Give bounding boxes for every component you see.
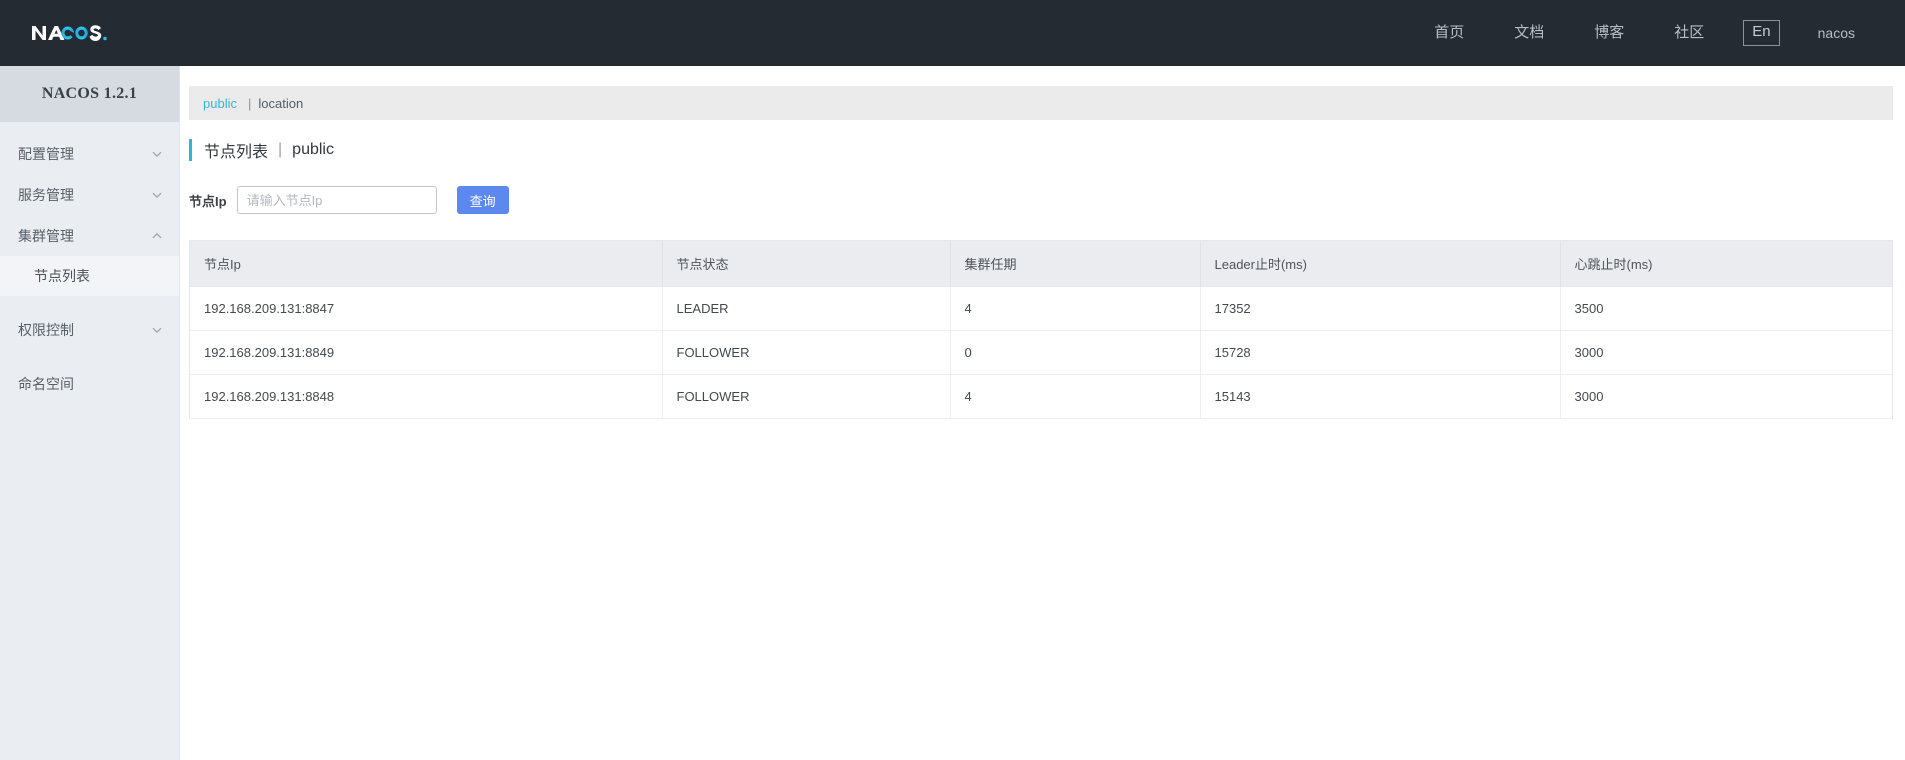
cell-leader: 15143	[1200, 374, 1561, 419]
table-row[interactable]: 192.168.209.131:8849 FOLLOWER 0 15728 30…	[190, 330, 1892, 375]
page-title-namespace: public	[292, 141, 334, 158]
search-label: 节点Ip	[189, 193, 227, 209]
nav-item-community[interactable]: 社区	[1649, 0, 1729, 66]
chevron-down-icon	[151, 324, 163, 336]
page-title: 节点列表	[204, 144, 269, 161]
nacos-logo[interactable]	[30, 0, 122, 66]
breadcrumb: public | location	[189, 86, 1893, 120]
sidebar-item-label: 命名空间	[18, 376, 74, 392]
sidebar-item-cluster-management[interactable]: 集群管理	[0, 216, 179, 256]
nav-item-blog[interactable]: 博客	[1569, 0, 1649, 66]
title-accent-bar	[189, 139, 192, 161]
cell-state: FOLLOWER	[662, 374, 951, 419]
cell-term: 4	[950, 374, 1201, 419]
sidebar-item-label: 权限控制	[18, 322, 74, 338]
cell-beat: 3000	[1560, 374, 1892, 419]
sidebar-item-config-management[interactable]: 配置管理	[0, 134, 179, 174]
cell-state: LEADER	[662, 286, 951, 331]
breadcrumb-namespace-link[interactable]: public	[203, 96, 237, 111]
cell-leader: 17352	[1200, 286, 1561, 331]
nacos-logo-icon	[32, 25, 107, 41]
search-form: 节点Ip 查询	[189, 185, 1905, 215]
table-header: 节点Ip 节点状态 集群任期 Leader止时(ms) 心跳止时(ms)	[190, 241, 1892, 287]
table-header-row: 节点Ip 节点状态 集群任期 Leader止时(ms) 心跳止时(ms)	[190, 241, 1892, 287]
cell-ip: 192.168.209.131:8848	[190, 374, 663, 419]
node-table: 节点Ip 节点状态 集群任期 Leader止时(ms) 心跳止时(ms) 192…	[190, 241, 1892, 419]
sidebar-menu: 配置管理 服务管理 集群管理 节点列表 权限控制 命名空间	[0, 134, 179, 404]
user-menu[interactable]: nacos	[1790, 25, 1873, 41]
cell-ip: 192.168.209.131:8847	[190, 286, 663, 331]
column-header-term[interactable]: 集群任期	[950, 241, 1201, 287]
table-row[interactable]: 192.168.209.131:8847 LEADER 4 17352 3500	[190, 286, 1892, 331]
chevron-down-icon	[151, 148, 163, 160]
breadcrumb-separator: |	[247, 95, 252, 111]
nav-item-docs[interactable]: 文档	[1489, 0, 1569, 66]
nav-item-home[interactable]: 首页	[1409, 0, 1489, 66]
search-button[interactable]: 查询	[456, 186, 509, 214]
cell-leader: 15728	[1200, 330, 1561, 375]
cell-beat: 3000	[1560, 330, 1892, 375]
column-header-state[interactable]: 节点状态	[662, 241, 951, 287]
sidebar-item-node-list[interactable]: 节点列表	[0, 256, 179, 296]
sidebar-item-authority-control[interactable]: 权限控制	[0, 310, 179, 350]
chevron-down-icon	[151, 189, 163, 201]
sidebar: NACOS 1.2.1 配置管理 服务管理 集群管理 节点列表 权限控制 命名空…	[0, 66, 180, 760]
cell-state: FOLLOWER	[662, 330, 951, 375]
cell-ip: 192.168.209.131:8849	[190, 330, 663, 375]
sidebar-item-label: 服务管理	[18, 187, 74, 203]
cell-beat: 3500	[1560, 286, 1892, 331]
cell-term: 4	[950, 286, 1201, 331]
table-body: 192.168.209.131:8847 LEADER 4 17352 3500…	[190, 286, 1892, 419]
sidebar-item-service-management[interactable]: 服务管理	[0, 175, 179, 215]
breadcrumb-current: location	[258, 95, 304, 111]
sidebar-item-label: 配置管理	[18, 146, 74, 162]
header-nav: 首页 文档 博客 社区 En nacos	[1409, 0, 1905, 66]
cell-term: 0	[950, 330, 1201, 375]
main-content: public | location 节点列表 | public 节点Ip 查询 …	[181, 66, 1905, 760]
table-row[interactable]: 192.168.209.131:8848 FOLLOWER 4 15143 30…	[190, 374, 1892, 419]
top-header: 首页 文档 博客 社区 En nacos	[0, 0, 1905, 66]
page-title-divider: |	[278, 141, 283, 158]
column-header-ip[interactable]: 节点Ip	[190, 241, 663, 287]
page-title-row: 节点列表 | public	[189, 137, 1905, 163]
chevron-up-icon	[151, 230, 163, 242]
language-toggle[interactable]: En	[1743, 20, 1780, 46]
node-table-container: 节点Ip 节点状态 集群任期 Leader止时(ms) 心跳止时(ms) 192…	[189, 240, 1893, 419]
column-header-leader[interactable]: Leader止时(ms)	[1200, 241, 1561, 287]
sidebar-brand: NACOS 1.2.1	[0, 66, 179, 122]
sidebar-item-label: 集群管理	[18, 228, 74, 244]
column-header-beat[interactable]: 心跳止时(ms)	[1560, 241, 1892, 287]
sidebar-item-label: 节点列表	[34, 268, 90, 284]
sidebar-item-namespace[interactable]: 命名空间	[0, 364, 179, 404]
search-input[interactable]	[236, 186, 437, 214]
